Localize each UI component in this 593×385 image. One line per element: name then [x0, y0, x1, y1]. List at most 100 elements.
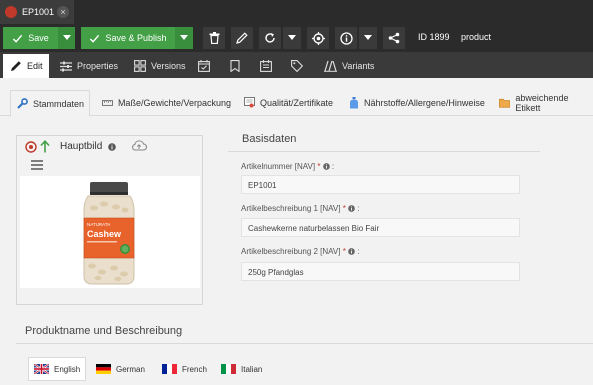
ruler-icon — [102, 100, 113, 106]
action-toolbar: Save Save & Publish ID 1899 product — [0, 24, 593, 52]
tab-versions[interactable]: Versions — [131, 54, 187, 78]
info-button[interactable] — [335, 27, 357, 49]
pencil-icon — [236, 32, 248, 44]
tab-language-italian[interactable]: Italian — [215, 357, 271, 381]
required-mark: * — [342, 204, 346, 213]
close-tab-icon[interactable]: × — [57, 6, 69, 18]
produktname-title: Produktname und Beschreibung — [25, 325, 183, 337]
bottle-icon — [350, 97, 358, 109]
tab-qualitaet[interactable]: Qualität/Zertifikate — [240, 90, 338, 116]
label-colon: : — [357, 247, 360, 256]
share-icon — [388, 32, 400, 44]
caret-down-icon — [364, 35, 372, 40]
tab-stammdaten[interactable]: Stammdaten — [10, 90, 90, 117]
basisdaten-divider — [228, 151, 540, 152]
tab-masse-gewichte[interactable]: Maße/Gewichte/Verpackung — [98, 90, 232, 116]
bookmark-icon — [230, 60, 240, 72]
variants-icon — [324, 60, 337, 72]
reload-dropdown-button[interactable] — [283, 27, 301, 49]
french-flag-icon — [162, 364, 177, 374]
required-mark: * — [317, 162, 321, 171]
info-icon — [348, 205, 355, 212]
checkmark-icon — [90, 34, 100, 43]
basisdaten-title: Basisdaten — [242, 133, 297, 145]
menu-icon[interactable] — [31, 160, 43, 170]
artikelbeschreibung-1-field[interactable]: Cashewkerne naturbelassen Bio Fair — [241, 218, 520, 237]
object-type-label: product — [461, 32, 492, 42]
italian-flag-icon — [221, 364, 236, 374]
publish-dropdown-button[interactable] — [175, 27, 193, 49]
save-dropdown-button[interactable] — [58, 27, 75, 49]
cloud-upload-icon[interactable] — [131, 140, 147, 151]
produktname-divider — [16, 343, 593, 344]
tab-stammdaten-label: Stammdaten — [33, 98, 85, 109]
tab-variants[interactable]: Variants — [321, 54, 379, 78]
product-name-text: Cashew — [87, 229, 122, 239]
field-label-text: Artikelnummer [NAV] — [241, 162, 316, 171]
tab-properties-label: Properties — [77, 61, 119, 71]
product-image[interactable]: NATURATA Cashew — [20, 176, 200, 288]
tab-schedule[interactable] — [198, 54, 216, 78]
target-icon[interactable] — [25, 141, 37, 153]
tab-properties[interactable]: Properties — [56, 54, 124, 78]
notes-icon — [260, 60, 272, 72]
tab-versions-label: Versions — [151, 61, 186, 71]
tab-language-french-label: French — [182, 364, 207, 374]
tab-language-english-label: English — [54, 364, 81, 374]
info-icon — [339, 31, 353, 45]
label-colon: : — [357, 204, 360, 213]
sliders-icon — [60, 61, 72, 71]
tag-icon — [291, 60, 303, 72]
editor-subtabs: Edit Properties Versions Variants — [0, 52, 593, 78]
artikelnummer-field[interactable]: EP1001 — [241, 175, 520, 194]
tab-language-english[interactable]: English — [28, 357, 86, 381]
field-label-artikelbeschreibung-2: Artikelbeschreibung 2 [NAV] * : — [241, 247, 360, 256]
tab-language-french[interactable]: French — [156, 357, 210, 381]
hauptbild-title: Hauptbild — [60, 141, 103, 152]
tab-abweichende-label: abweichende Etikett — [515, 93, 569, 113]
tab-language-german-label: German — [116, 364, 145, 374]
folder-icon — [499, 98, 511, 108]
document-tab-title: EP1001 — [22, 7, 55, 17]
versions-icon — [134, 60, 146, 72]
uk-flag-icon — [34, 364, 49, 374]
rename-button[interactable] — [231, 27, 253, 49]
reload-button[interactable] — [259, 27, 281, 49]
save-button[interactable]: Save — [3, 27, 58, 49]
locate-button[interactable] — [307, 27, 329, 49]
field-label-artikelbeschreibung-1: Artikelbeschreibung 1 [NAV] * : — [241, 204, 360, 213]
document-tab[interactable]: EP1001 × — [0, 0, 74, 24]
upload-arrow-icon[interactable] — [40, 140, 50, 153]
tab-naehrstoffe[interactable]: Nährstoffe/Allergene/Hinweise — [345, 90, 490, 116]
document-tab-bar: EP1001 × — [0, 0, 593, 24]
tab-variants-label: Variants — [342, 61, 375, 71]
tab-language-german[interactable]: German — [90, 357, 150, 381]
main-content: Stammdaten Maße/Gewichte/Verpackung Qual… — [0, 78, 593, 385]
info-dropdown-button[interactable] — [359, 27, 377, 49]
delete-button[interactable] — [203, 27, 225, 49]
crosshair-icon — [311, 31, 325, 45]
object-id-label: ID 1899 — [418, 32, 450, 42]
tab-tags[interactable] — [291, 54, 309, 78]
german-flag-icon — [96, 364, 111, 374]
share-button[interactable] — [383, 27, 405, 49]
info-icon[interactable] — [108, 143, 116, 151]
caret-down-icon — [62, 35, 71, 40]
product-jar-image: NATURATA Cashew — [83, 182, 135, 285]
tab-edit[interactable]: Edit — [3, 54, 49, 78]
tab-dependencies[interactable] — [230, 54, 246, 78]
field-label-text: Artikelbeschreibung 2 [NAV] — [241, 247, 341, 256]
info-icon — [322, 163, 330, 170]
tab-abweichende-etikett[interactable]: abweichende Etikett — [496, 90, 593, 116]
artikelbeschreibung-2-field[interactable]: 250g Pfandglas — [241, 262, 520, 281]
hauptbild-panel: Hauptbild NATURATA Cashew — [16, 135, 203, 305]
tab-edit-label: Edit — [27, 61, 43, 71]
checkmark-icon — [13, 34, 23, 43]
wrench-icon — [17, 98, 28, 109]
tab-qualitaet-label: Qualität/Zertifikate — [260, 98, 334, 108]
trash-icon — [209, 32, 219, 44]
save-publish-button[interactable]: Save & Publish — [81, 27, 175, 49]
tab-masse-label: Maße/Gewichte/Verpackung — [117, 98, 231, 108]
field-label-text: Artikelbeschreibung 1 [NAV] — [241, 204, 341, 213]
tab-notes[interactable] — [260, 54, 278, 78]
